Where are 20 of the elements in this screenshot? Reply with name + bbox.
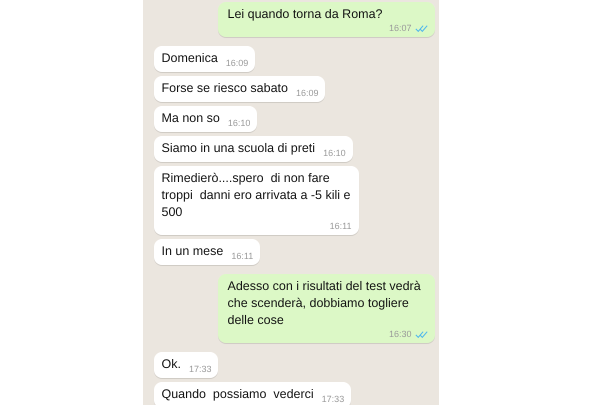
message-text: Ok. [162, 356, 181, 373]
message-text: Siamo in una scuola di preti [162, 140, 316, 157]
message-text: Lei quando torna da Roma? [228, 6, 382, 23]
message-text: Ma non so [162, 110, 220, 127]
message-time: 16:30 [388, 329, 412, 340]
message-text: Forse se riesco sabato [162, 80, 288, 97]
message-time: 17:33 [322, 394, 344, 405]
message-text: In un mese [162, 243, 224, 260]
message-time: 17:33 [188, 364, 212, 375]
message-time: 16:10 [323, 148, 346, 159]
message-time: 16:09 [296, 88, 318, 99]
message-time: 16:09 [226, 58, 248, 69]
message-time: 16:07 [388, 23, 412, 34]
message-text: Domenica [162, 50, 218, 67]
message-text: Rimedierò....spero di non fare troppi danni ero arrivata a -5 kili e 500 [162, 170, 352, 221]
message-time: 16:11 [330, 221, 352, 232]
message-text: Adesso con i risultati del test vedrà che scenderà, dobbiamo togliere delle cose [228, 278, 422, 329]
message-time: 16:11 [231, 251, 254, 262]
message-text: Quando possiamo vederci [162, 386, 314, 403]
message-time: 16:10 [228, 118, 250, 129]
